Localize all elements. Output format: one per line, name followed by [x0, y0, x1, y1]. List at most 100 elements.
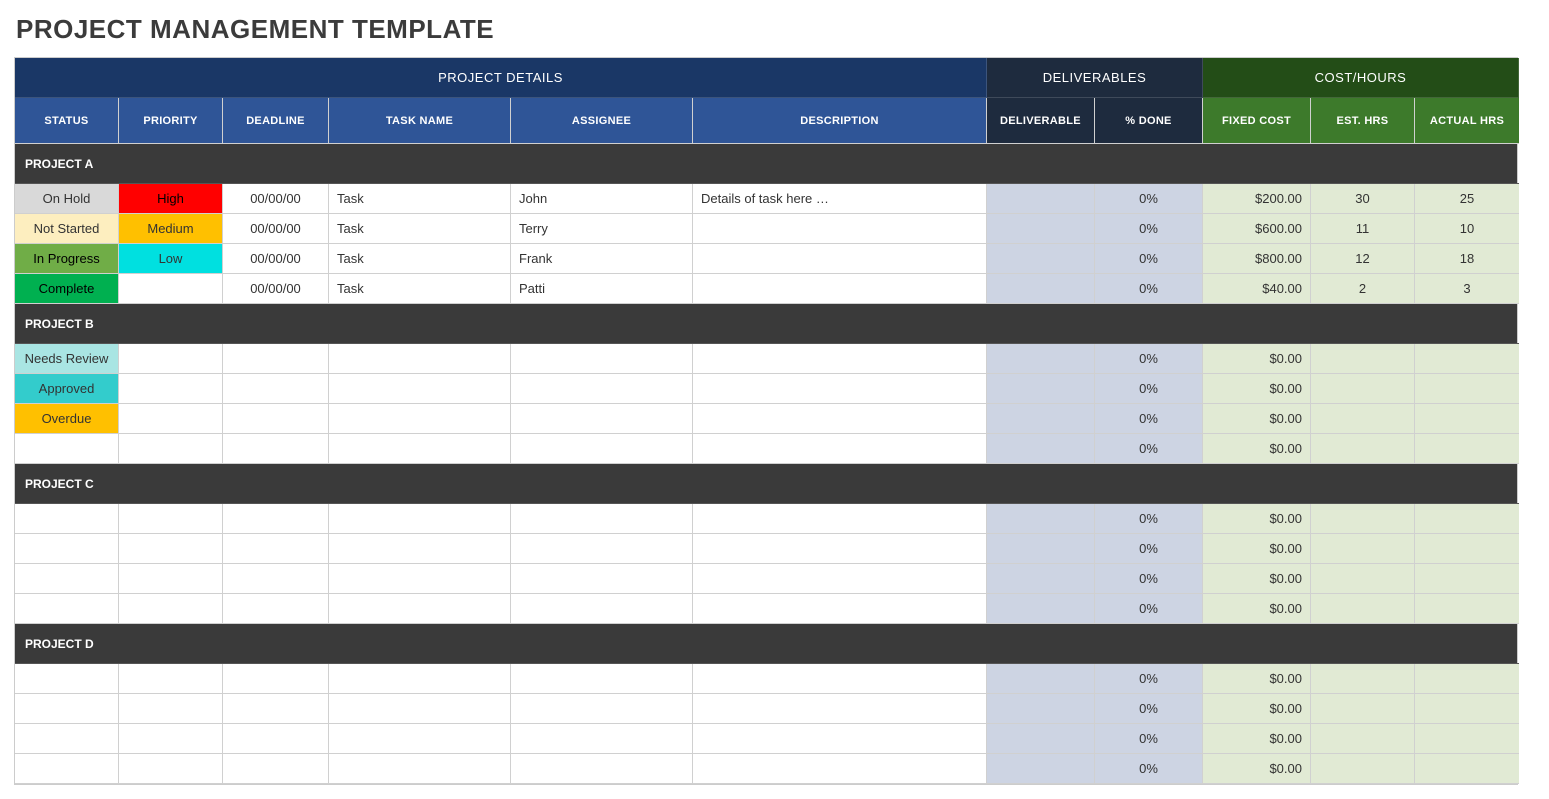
- cell-deliverable[interactable]: [987, 504, 1095, 534]
- cell-fixed-cost[interactable]: $0.00: [1203, 594, 1311, 624]
- cell-done[interactable]: 0%: [1095, 374, 1203, 404]
- cell-fixed-cost[interactable]: $40.00: [1203, 274, 1311, 304]
- cell-assignee[interactable]: Patti: [511, 274, 693, 304]
- cell-assignee[interactable]: [511, 344, 693, 374]
- cell-actual-hrs[interactable]: [1415, 534, 1519, 564]
- cell-actual-hrs[interactable]: 10: [1415, 214, 1519, 244]
- cell-description[interactable]: [693, 504, 987, 534]
- cell-actual-hrs[interactable]: [1415, 504, 1519, 534]
- cell-task[interactable]: [329, 434, 511, 464]
- cell-assignee[interactable]: [511, 534, 693, 564]
- cell-priority[interactable]: [119, 724, 223, 754]
- cell-task[interactable]: [329, 534, 511, 564]
- cell-deliverable[interactable]: [987, 344, 1095, 374]
- cell-deadline[interactable]: [223, 694, 329, 724]
- cell-priority[interactable]: High: [119, 184, 223, 214]
- cell-est-hrs[interactable]: [1311, 344, 1415, 374]
- cell-assignee[interactable]: Frank: [511, 244, 693, 274]
- cell-deadline[interactable]: [223, 504, 329, 534]
- cell-actual-hrs[interactable]: 3: [1415, 274, 1519, 304]
- cell-deliverable[interactable]: [987, 274, 1095, 304]
- cell-status[interactable]: [15, 504, 119, 534]
- cell-status[interactable]: Needs Review: [15, 344, 119, 374]
- cell-done[interactable]: 0%: [1095, 534, 1203, 564]
- cell-fixed-cost[interactable]: $0.00: [1203, 374, 1311, 404]
- cell-done[interactable]: 0%: [1095, 244, 1203, 274]
- cell-deliverable[interactable]: [987, 594, 1095, 624]
- cell-task[interactable]: Task: [329, 244, 511, 274]
- cell-task[interactable]: [329, 374, 511, 404]
- cell-actual-hrs[interactable]: [1415, 434, 1519, 464]
- cell-task[interactable]: [329, 724, 511, 754]
- cell-deadline[interactable]: 00/00/00: [223, 244, 329, 274]
- cell-fixed-cost[interactable]: $600.00: [1203, 214, 1311, 244]
- cell-est-hrs[interactable]: [1311, 374, 1415, 404]
- cell-description[interactable]: [693, 694, 987, 724]
- cell-assignee[interactable]: [511, 594, 693, 624]
- cell-task[interactable]: Task: [329, 274, 511, 304]
- cell-deadline[interactable]: [223, 564, 329, 594]
- cell-done[interactable]: 0%: [1095, 694, 1203, 724]
- cell-task[interactable]: [329, 664, 511, 694]
- cell-assignee[interactable]: [511, 724, 693, 754]
- cell-deliverable[interactable]: [987, 214, 1095, 244]
- cell-est-hrs[interactable]: 12: [1311, 244, 1415, 274]
- cell-task[interactable]: Task: [329, 214, 511, 244]
- cell-deadline[interactable]: [223, 534, 329, 564]
- cell-done[interactable]: 0%: [1095, 214, 1203, 244]
- cell-fixed-cost[interactable]: $800.00: [1203, 244, 1311, 274]
- cell-task[interactable]: [329, 404, 511, 434]
- cell-est-hrs[interactable]: [1311, 694, 1415, 724]
- cell-deliverable[interactable]: [987, 724, 1095, 754]
- cell-priority[interactable]: [119, 754, 223, 784]
- cell-deliverable[interactable]: [987, 374, 1095, 404]
- cell-assignee[interactable]: [511, 504, 693, 534]
- cell-deliverable[interactable]: [987, 534, 1095, 564]
- cell-est-hrs[interactable]: [1311, 724, 1415, 754]
- cell-description[interactable]: [693, 564, 987, 594]
- cell-task[interactable]: Task: [329, 184, 511, 214]
- cell-est-hrs[interactable]: [1311, 594, 1415, 624]
- cell-description[interactable]: [693, 344, 987, 374]
- cell-assignee[interactable]: Terry: [511, 214, 693, 244]
- cell-description[interactable]: [693, 724, 987, 754]
- cell-assignee[interactable]: [511, 694, 693, 724]
- cell-deliverable[interactable]: [987, 754, 1095, 784]
- cell-priority[interactable]: [119, 344, 223, 374]
- cell-status[interactable]: Not Started: [15, 214, 119, 244]
- cell-est-hrs[interactable]: 2: [1311, 274, 1415, 304]
- cell-status[interactable]: [15, 534, 119, 564]
- cell-done[interactable]: 0%: [1095, 344, 1203, 374]
- cell-actual-hrs[interactable]: [1415, 724, 1519, 754]
- cell-deadline[interactable]: [223, 434, 329, 464]
- cell-est-hrs[interactable]: [1311, 754, 1415, 784]
- cell-fixed-cost[interactable]: $0.00: [1203, 564, 1311, 594]
- cell-priority[interactable]: Medium: [119, 214, 223, 244]
- cell-priority[interactable]: [119, 594, 223, 624]
- cell-status[interactable]: [15, 564, 119, 594]
- cell-task[interactable]: [329, 564, 511, 594]
- cell-done[interactable]: 0%: [1095, 504, 1203, 534]
- cell-status[interactable]: In Progress: [15, 244, 119, 274]
- cell-status[interactable]: [15, 694, 119, 724]
- cell-description[interactable]: [693, 664, 987, 694]
- cell-est-hrs[interactable]: [1311, 504, 1415, 534]
- cell-status[interactable]: Approved: [15, 374, 119, 404]
- cell-deadline[interactable]: [223, 374, 329, 404]
- cell-deadline[interactable]: [223, 664, 329, 694]
- cell-done[interactable]: 0%: [1095, 724, 1203, 754]
- cell-deadline[interactable]: 00/00/00: [223, 274, 329, 304]
- cell-status[interactable]: [15, 594, 119, 624]
- cell-actual-hrs[interactable]: [1415, 664, 1519, 694]
- cell-status[interactable]: Overdue: [15, 404, 119, 434]
- cell-assignee[interactable]: [511, 754, 693, 784]
- cell-priority[interactable]: [119, 534, 223, 564]
- cell-fixed-cost[interactable]: $200.00: [1203, 184, 1311, 214]
- cell-est-hrs[interactable]: [1311, 564, 1415, 594]
- cell-actual-hrs[interactable]: [1415, 344, 1519, 374]
- cell-done[interactable]: 0%: [1095, 184, 1203, 214]
- cell-priority[interactable]: [119, 564, 223, 594]
- cell-description[interactable]: [693, 214, 987, 244]
- cell-actual-hrs[interactable]: 25: [1415, 184, 1519, 214]
- cell-actual-hrs[interactable]: [1415, 754, 1519, 784]
